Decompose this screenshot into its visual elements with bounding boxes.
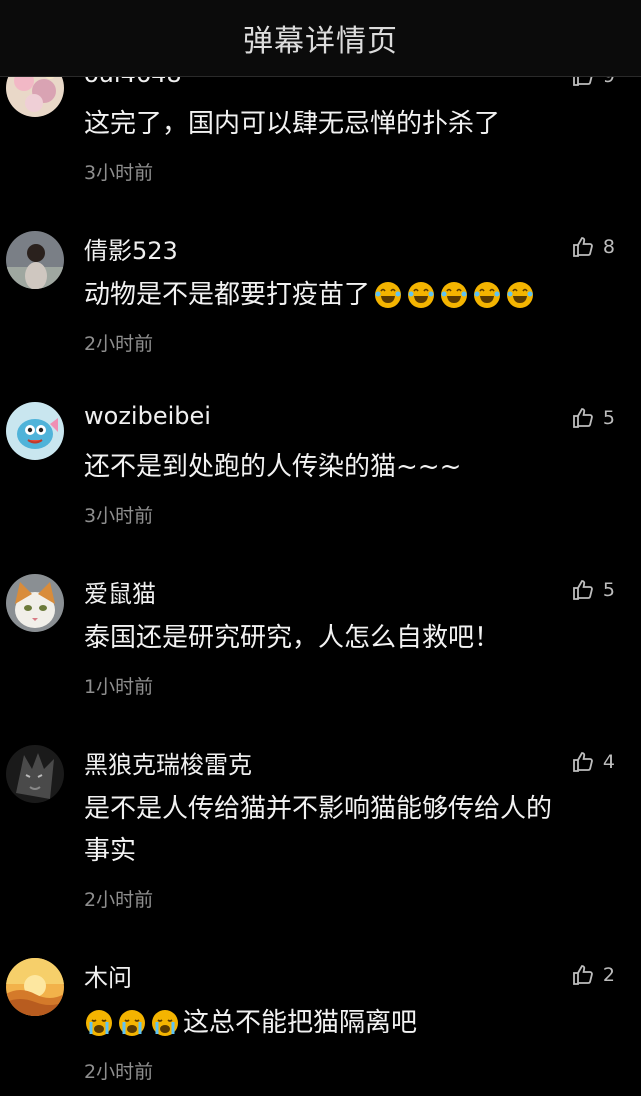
thumbs-up-icon — [573, 237, 593, 257]
thumbs-up-icon — [573, 965, 593, 985]
timestamp: 1小时前 — [84, 676, 154, 698]
comment-text: 还不是到处跑的人传染的猫~~~ — [84, 446, 604, 488]
like-button[interactable]: 8 — [571, 235, 615, 259]
like-button[interactable]: 5 — [571, 406, 615, 430]
timestamp: 3小时前 — [84, 162, 154, 184]
username[interactable]: 木问 — [84, 958, 132, 993]
header-bar: 弹幕详情页 — [0, 0, 641, 77]
like-count: 2 — [602, 964, 615, 986]
laughing-tears-emoji — [474, 282, 501, 308]
timestamp: 2小时前 — [84, 889, 154, 911]
laughing-tears-emoji — [375, 282, 402, 308]
avatar[interactable] — [6, 574, 64, 632]
username[interactable]: wozibeibei — [84, 402, 211, 430]
timestamp: 2小时前 — [84, 333, 154, 355]
laughing-tears-emoji — [441, 282, 468, 308]
timestamp: 2小时前 — [84, 1061, 154, 1083]
comment-text: 动物是不是都要打疫苗了 — [84, 274, 604, 316]
laughing-tears-emoji — [507, 282, 534, 308]
comment-text: 这完了，国内可以肆无忌惮的扑杀了 — [84, 103, 604, 145]
like-button[interactable]: 4 — [571, 750, 615, 774]
avatar[interactable] — [6, 958, 64, 1016]
avatar[interactable] — [6, 402, 64, 460]
thumbs-up-icon — [573, 752, 593, 772]
comment-text: 这总不能把猫隔离吧 — [84, 1002, 604, 1044]
username[interactable]: 倩影523 — [84, 231, 178, 266]
comment-text: 泰国还是研究研究，人怎么自救吧！ — [84, 617, 604, 659]
comment-body: 这完了，国内可以肆无忌惮的扑杀了 — [84, 109, 501, 139]
like-button[interactable]: 5 — [571, 578, 615, 602]
comment-body-line: 是不是人传给猫并不影响猫能够传给人的 — [84, 794, 553, 824]
crying-emoji — [86, 1010, 112, 1036]
like-count: 5 — [602, 579, 615, 601]
emoji-group — [373, 280, 535, 310]
comment-body: 动物是不是都要打疫苗了 — [84, 280, 371, 310]
comment-body-line: 事实 — [84, 836, 137, 866]
like-count: 4 — [602, 751, 615, 773]
thumbs-up-icon — [573, 580, 593, 600]
username[interactable]: 黑狼克瑞梭雷克 — [84, 745, 252, 780]
comment-body: 还不是到处跑的人传染的猫~~~ — [84, 452, 462, 482]
emoji-group — [84, 1008, 180, 1038]
crying-emoji — [119, 1010, 145, 1036]
comment-body: 这总不能把猫隔离吧 — [183, 1008, 418, 1038]
username[interactable]: 爱鼠猫 — [84, 574, 156, 609]
like-button[interactable]: 2 — [571, 963, 615, 987]
thumbs-up-icon — [573, 408, 593, 428]
timestamp: 3小时前 — [84, 505, 154, 527]
like-count: 8 — [602, 236, 615, 258]
like-count: 5 — [602, 407, 615, 429]
avatar[interactable] — [6, 231, 64, 289]
page-title: 弹幕详情页 — [243, 24, 398, 59]
avatar[interactable] — [6, 745, 64, 803]
comment-text: 是不是人传给猫并不影响猫能够传给人的 事实 — [84, 788, 604, 872]
laughing-tears-emoji — [408, 282, 435, 308]
comment-body: 泰国还是研究研究，人怎么自救吧！ — [84, 623, 501, 653]
crying-emoji — [152, 1010, 178, 1036]
